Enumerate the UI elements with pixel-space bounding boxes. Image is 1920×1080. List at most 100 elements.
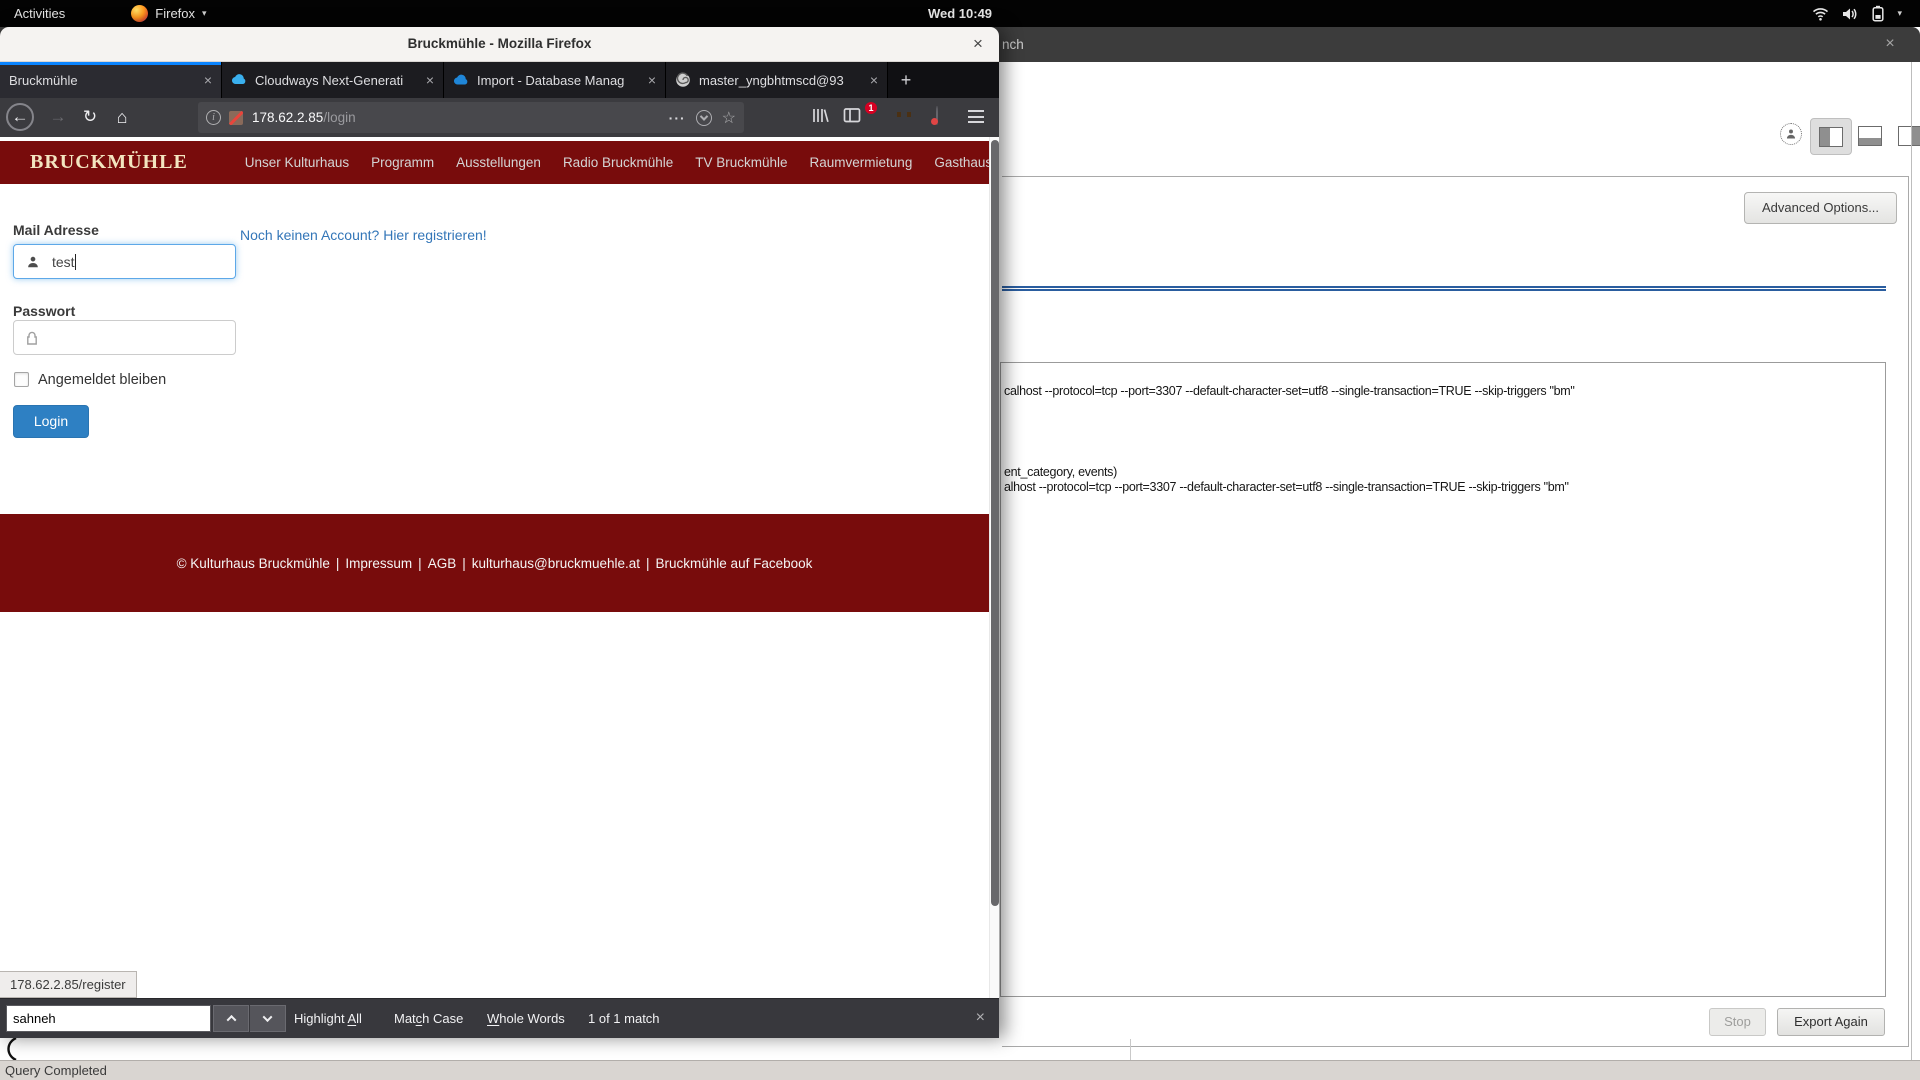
cloud-icon [231,72,247,88]
nav-item-unser-kulturhaus[interactable]: Unser Kulturhaus [245,155,349,170]
toggle-bottom-panel-button[interactable] [1858,126,1882,146]
find-close-button[interactable]: × [976,999,985,1037]
sidebar-toggle-icon[interactable] [842,105,862,130]
email-field[interactable]: test [13,244,236,279]
window-title: Bruckmühle - Mozilla Firefox [0,27,999,61]
url-host: 178.62.2.85 [252,110,323,125]
tab-label: Import - Database Manag [477,73,642,88]
tab-master-database[interactable]: master_yngbhtmscd@93 × [666,62,888,98]
library-icon[interactable] [810,105,830,130]
advanced-options-button[interactable]: Advanced Options... [1744,192,1897,224]
tab-label: master_yngbhtmscd@93 [699,73,864,88]
system-tray[interactable]: ▾ [1812,0,1902,27]
tray-caret-down-icon: ▾ [1897,8,1902,19]
bookmark-star-icon[interactable]: ☆ [722,108,736,128]
footer-link-facebook[interactable]: Bruckmühle auf Facebook [656,556,813,571]
nav-item-programm[interactable]: Programm [371,155,434,170]
page-content: BRUCKMÜHLE Unser Kulturhaus Programm Aus… [0,137,999,998]
scrollbar-thumb[interactable] [991,140,999,906]
extension-dark-icon[interactable] [936,106,938,125]
find-next-button[interactable] [250,1005,286,1032]
url-path: /login [323,110,355,125]
toggle-right-panel-button[interactable] [1898,126,1920,146]
remember-checkbox[interactable] [14,372,29,387]
nav-item-radio-bruckmuehle[interactable]: Radio Bruckmühle [563,155,673,170]
back-button[interactable]: ← [6,103,34,131]
site-info-icon[interactable]: i [206,110,221,125]
workbench-close-button[interactable]: × [1878,27,1902,61]
extension-badge: 1 [865,102,877,114]
tab-bar: Bruckmühle × Cloudways Next-Generati × I… [0,62,999,98]
footer-separator: | [418,556,422,571]
text-cursor [75,254,76,270]
left-panel-icon [1819,127,1843,147]
whole-words-button[interactable]: Whole Words [487,999,565,1038]
match-case-button[interactable]: Match Case [394,999,463,1038]
user-account-icon[interactable] [1780,123,1802,145]
firefox-titlebar[interactable]: Bruckmühle - Mozilla Firefox × [0,27,999,62]
login-button[interactable]: Login [13,405,89,438]
panel-separator-bottom [1002,1046,1908,1047]
register-link[interactable]: Noch keinen Account? Hier registrieren! [240,227,487,243]
password-field[interactable] [13,320,236,355]
menu-hamburger-icon[interactable] [968,110,984,123]
tab-label: Cloudways Next-Generati [255,73,420,88]
link-target-tooltip: 178.62.2.85/register [0,971,137,998]
tab-bruckmuehle[interactable]: Bruckmühle × [0,62,222,98]
nav-item-tv-bruckmuehle[interactable]: TV Bruckmühle [695,155,787,170]
page-actions-icon[interactable]: ··· [669,110,686,126]
find-previous-button[interactable] [213,1005,249,1032]
highlight-all-button[interactable]: Highlight All [294,999,362,1038]
nav-item-gasthaus[interactable]: Gasthaus [934,155,992,170]
pocket-icon[interactable] [696,110,712,126]
reload-button[interactable]: ↻ [78,103,102,131]
tab-import-database-manager[interactable]: Import - Database Manag × [444,62,666,98]
tab-close-icon[interactable]: × [426,72,434,88]
find-input[interactable] [6,1005,211,1032]
find-bar: Highlight All Match Case Whole Words 1 o… [0,998,999,1038]
url-text[interactable]: 178.62.2.85/login [252,110,669,125]
new-tab-button[interactable]: + [888,62,924,98]
footer-separator: | [336,556,340,571]
home-button[interactable]: ⌂ [110,103,134,131]
window-close-button[interactable]: × [965,27,991,60]
site-navbar: BRUCKMÜHLE Unser Kulturhaus Programm Aus… [0,141,989,184]
site-footer: © Kulturhaus Bruckmühle | Impressum | AG… [0,514,989,612]
blocked-content-icon[interactable] [229,111,243,125]
footer-link-impressum[interactable]: Impressum [345,556,412,571]
export-again-button[interactable]: Export Again [1777,1008,1885,1036]
nav-item-raumvermietung[interactable]: Raumvermietung [810,155,913,170]
workbench-title-fragment: nch [1002,27,1024,62]
activities-button[interactable]: Activities [0,0,79,27]
tab-cloudways[interactable]: Cloudways Next-Generati × [222,62,444,98]
scrollbar-track[interactable] [989,137,999,998]
password-label: Passwort [13,303,75,319]
firefox-app-menu[interactable]: Firefox ▾ [119,0,218,27]
clock[interactable]: Wed 10:49 [928,0,992,27]
volume-icon [1842,7,1859,21]
tab-close-icon[interactable]: × [648,72,656,88]
nav-item-ausstellungen[interactable]: Ausstellungen [456,155,541,170]
remember-label: Angemeldet bleiben [38,372,166,388]
forward-button[interactable]: → [46,103,70,131]
toggle-left-panel-button[interactable] [1810,118,1852,155]
export-progress-bar [1002,286,1886,291]
tab-label: Bruckmühle [9,73,198,88]
spiral-icon [675,72,691,88]
footer-link-email[interactable]: kulturhaus@bruckmuehle.at [472,556,640,571]
stop-button[interactable]: Stop [1709,1008,1766,1036]
tab-close-icon[interactable]: × [204,72,212,88]
footer-link-agb[interactable]: AGB [428,556,457,571]
firefox-logo-icon [131,5,148,22]
url-bar[interactable]: i 178.62.2.85/login ··· ☆ [198,102,744,133]
export-log-textarea[interactable]: calhost --protocol=tcp --port=3307 --def… [1000,362,1886,997]
email-label: Mail Adresse [13,222,99,238]
caret-down-icon: ▾ [202,8,207,19]
cloud-icon [453,72,469,88]
log-line: alhost --protocol=tcp --port=3307 --defa… [1004,480,1569,494]
log-line: ent_category, events) [1004,465,1117,479]
screen: Activities Firefox ▾ Wed 10:49 ▾ nch × [0,0,1920,1080]
brand-logo[interactable]: BRUCKMÜHLE [30,151,188,174]
chevron-down-icon [263,1012,273,1022]
tab-close-icon[interactable]: × [870,72,878,88]
